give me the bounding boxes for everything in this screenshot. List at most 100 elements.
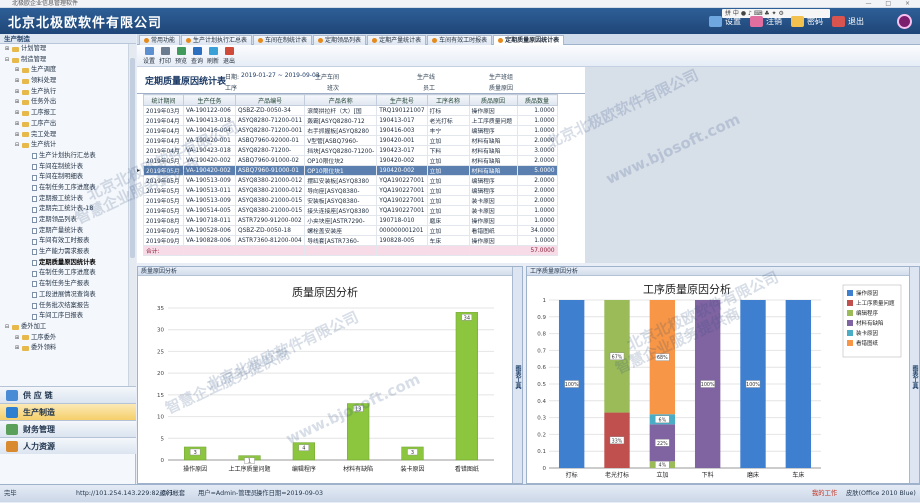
left-chart-tools-tab[interactable]: 图表工具 xyxy=(512,267,522,483)
toolbar-button[interactable]: 打印 xyxy=(158,45,172,66)
x-tick-label: 车床 xyxy=(792,471,804,479)
tree-node[interactable]: 定期领品列表 xyxy=(0,215,128,226)
expand-icon[interactable]: ⊞ xyxy=(14,108,20,119)
tree-node[interactable]: 定期报工统计表 xyxy=(0,194,128,205)
tree-node[interactable]: ⊞ 工序报工 xyxy=(0,108,128,119)
tree-node[interactable]: 生产计划执行汇总表 xyxy=(0,151,128,162)
password-button[interactable]: 密码 xyxy=(791,16,823,27)
expand-icon[interactable]: ⊞ xyxy=(14,97,20,108)
module-button[interactable]: 财务管理 xyxy=(0,420,136,437)
tree-node[interactable]: ⊞ 生产执行 xyxy=(0,87,128,98)
tree-node[interactable]: ⊞ 领料处理 xyxy=(0,76,128,87)
collapse-icon[interactable]: ⊟ xyxy=(4,55,10,66)
table-row[interactable]: 2019年04月 VA-190413-018 ASYQ8280-71200-011 轰… xyxy=(143,115,558,126)
table-row[interactable]: 2019年05月 VA-190513-009 ASYQ8380-21000-012 摆… xyxy=(143,175,558,186)
scroll-thumb[interactable] xyxy=(130,58,135,258)
column-header[interactable]: 生产任务 xyxy=(183,94,236,106)
tree-node[interactable]: 在制任务工序进度表 xyxy=(0,268,128,279)
tree-node[interactable]: 定期产量统计表 xyxy=(0,226,128,237)
table-row[interactable]: 2019年05月 VA-190420-002 ASBQ7960-91000-01 OP… xyxy=(143,165,558,176)
bar[interactable] xyxy=(455,312,478,461)
tree-node[interactable]: 生产能力需求报表 xyxy=(0,247,128,258)
stacked-bar-segment[interactable] xyxy=(785,300,812,468)
tree-node[interactable]: 在制任务生产报表 xyxy=(0,279,128,290)
tree-node[interactable]: ⊟ 生产统计 xyxy=(0,140,128,151)
table-row[interactable]: 2019年05月 VA-190513-009 ASYQ8380-21000-015 安… xyxy=(143,195,558,206)
tab[interactable]: 常用功能 xyxy=(139,35,181,45)
table-row[interactable]: 2019年04月 VA-190420-001 ASBQ7960-92000-01 V型… xyxy=(143,135,558,146)
tree-node[interactable]: 定期质量原因统计表 xyxy=(0,258,128,269)
expand-icon[interactable]: ⊞ xyxy=(14,343,20,354)
column-header[interactable]: 工序名称 xyxy=(426,94,470,106)
module-button[interactable]: 生产制造 xyxy=(0,403,136,420)
column-header[interactable]: 生产批号 xyxy=(376,94,428,106)
module-button[interactable]: 人力资源 xyxy=(0,437,136,454)
column-header[interactable]: 产品名称 xyxy=(304,94,378,106)
table-row[interactable]: 2019年04月 VA-190423-018 ASYQ8280-71200- 挡块[A… xyxy=(143,145,558,156)
table-row[interactable]: 2019年04月 VA-190416-004 ASYQ8280-71200-001 右… xyxy=(143,125,558,136)
tab[interactable]: 车间有效工时报表 xyxy=(427,35,493,45)
right-chart-tools-tab[interactable]: 图表工具 xyxy=(909,267,919,483)
toolbar-button[interactable]: 刷新 xyxy=(206,45,220,66)
tree-node[interactable]: 定期完工统计表-18 xyxy=(0,204,128,215)
my-work-link[interactable]: 我的工作 xyxy=(812,485,837,503)
tree-node[interactable]: 任务批次结案报告 xyxy=(0,301,128,312)
expand-icon[interactable]: ⊞ xyxy=(14,119,20,130)
column-header[interactable]: 统计期间 xyxy=(143,94,184,106)
skin-selector[interactable]: 皮肤(Office 2010 Blue) xyxy=(846,485,916,503)
tab[interactable]: 定期产量统计表 xyxy=(367,35,427,45)
window-controls[interactable]: — □ × xyxy=(865,0,916,7)
table-row[interactable]: 2019年05月 VA-190514-005 ASYQ8380-21000-015 接… xyxy=(143,205,558,216)
table-row[interactable]: 2019年09月 VA-190828-006 ASTR7360-81200-004 导… xyxy=(143,235,558,246)
tree-node[interactable]: ⊞ 任务外出 xyxy=(0,97,128,108)
tree-node[interactable]: 车间在制明细表 xyxy=(0,172,128,183)
tree-node[interactable]: ⊟ 制造管理 xyxy=(0,55,128,66)
tab[interactable]: 车间在制统计表 xyxy=(253,35,313,45)
toolbar-button[interactable]: 查询 xyxy=(190,45,204,66)
tree-node[interactable]: ⊞ 计划管理 xyxy=(0,44,128,55)
tree-node[interactable]: 车间在制统计表 xyxy=(0,162,128,173)
tree-node[interactable]: 车间工序日报表 xyxy=(0,311,128,322)
settings-button[interactable]: 设置 xyxy=(709,16,741,27)
logout-button[interactable]: 注销 xyxy=(750,16,782,27)
tree-node[interactable]: ⊞ 工序委外 xyxy=(0,333,128,344)
table-row[interactable]: 2019年03月 VA-190122-006 QSBZ-ZD-0050-34 滚筒拼拉… xyxy=(143,105,558,116)
table-row[interactable]: 2019年05月 VA-190513-011 ASYQ8380-21000-012 导… xyxy=(143,185,558,196)
tree-node[interactable]: 工段进展情况查询表 xyxy=(0,290,128,301)
module-button[interactable]: 供 应 链 xyxy=(0,386,136,403)
toolbar-button[interactable]: 预览 xyxy=(174,45,188,66)
tree-node[interactable]: ⊞ 工序产出 xyxy=(0,119,128,130)
tree-node[interactable]: ⊞ 完工处理 xyxy=(0,130,128,141)
expand-icon[interactable]: ⊞ xyxy=(14,333,20,344)
tree-scrollbar[interactable] xyxy=(128,44,136,386)
toolbar-button[interactable]: 退出 xyxy=(222,45,236,66)
column-header[interactable]: 质品数量 xyxy=(516,94,558,106)
chart-title: 工序质量原因分析 xyxy=(643,282,731,296)
user-avatar[interactable] xyxy=(897,14,912,29)
expand-icon[interactable]: ⊞ xyxy=(14,87,20,98)
report-icon xyxy=(32,281,37,288)
tab[interactable]: 定期领品列表 xyxy=(313,35,367,45)
column-header[interactable]: 产品编号 xyxy=(234,94,306,106)
toolbar-button[interactable]: 设置 xyxy=(142,45,156,66)
collapse-icon[interactable]: ⊟ xyxy=(4,322,10,333)
date-range-value[interactable]: 2019-01-27 ~ 2019-09-03 xyxy=(241,72,320,79)
tab[interactable]: 定期质量原因统计表 xyxy=(493,35,565,45)
tree-node[interactable]: ⊞ 生产调度 xyxy=(0,65,128,76)
left-chart-pane: 质量原因分析 图表工具 质量原因分析 0 5 10 15 20 25 30 35 3 操作原因 1 上工… xyxy=(137,266,523,484)
tree-node[interactable]: 在制任务工序进度表 xyxy=(0,183,128,194)
expand-icon[interactable]: ⊞ xyxy=(14,65,20,76)
tree-node[interactable]: ⊞ 委外领料 xyxy=(0,343,128,354)
table-row[interactable]: 2019年09月 VA-190528-006 QSBZ-ZD-0050-18 螺栓盖安… xyxy=(143,225,558,236)
expand-icon[interactable]: ⊞ xyxy=(4,44,10,55)
tree-node[interactable]: 车间有效工时报表 xyxy=(0,236,128,247)
collapse-icon[interactable]: ⊟ xyxy=(14,140,20,151)
table-row[interactable]: 2019年05月 VA-190420-002 ASBQ7960-91000-02 OP… xyxy=(143,155,558,166)
table-row[interactable]: 2019年08月 VA-190718-011 ASTR7290-91200-002 小… xyxy=(143,215,558,226)
expand-icon[interactable]: ⊞ xyxy=(14,130,20,141)
exit-button[interactable]: 退出 xyxy=(832,16,864,27)
tab[interactable]: 生产计划执行汇总表 xyxy=(181,35,253,45)
tree-node[interactable]: ⊟ 委外加工 xyxy=(0,322,128,333)
column-header[interactable]: 质品原因 xyxy=(468,94,518,106)
expand-icon[interactable]: ⊞ xyxy=(14,76,20,87)
